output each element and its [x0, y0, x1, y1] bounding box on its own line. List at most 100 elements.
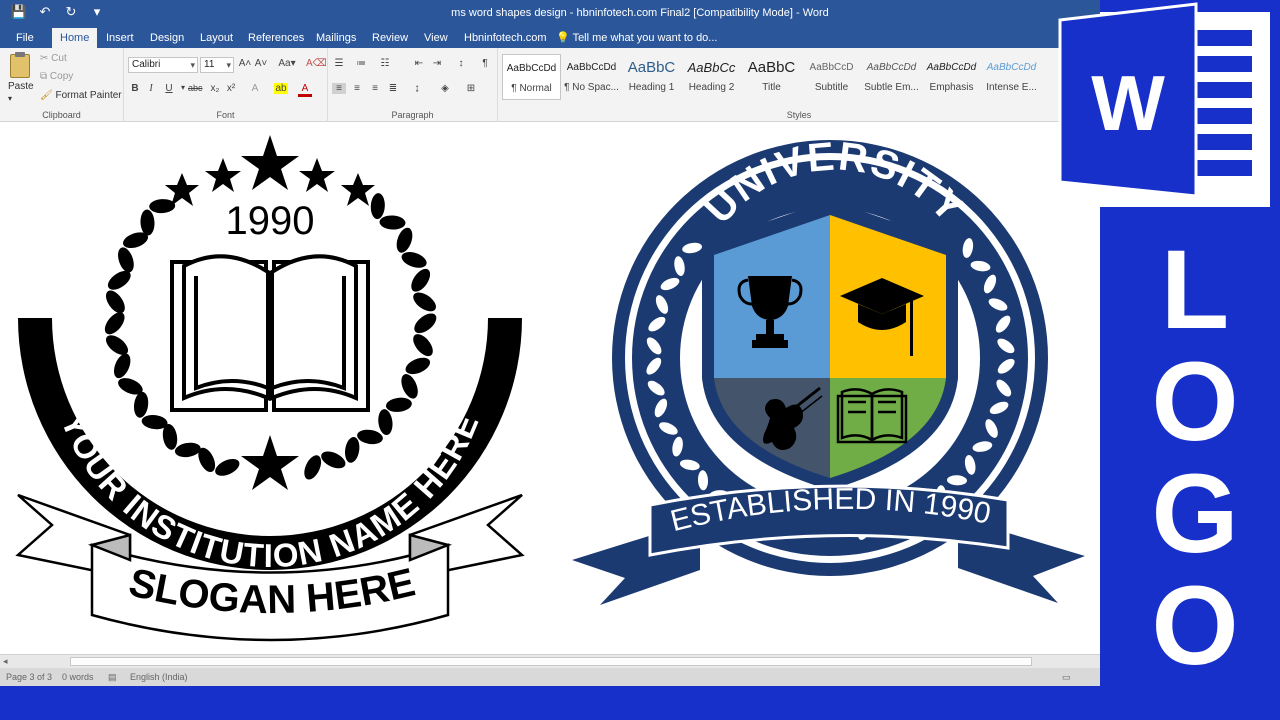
style-normal[interactable]: AaBbCcDd ¶ Normal — [502, 54, 561, 100]
laurel-leaf — [357, 429, 383, 445]
borders-icon[interactable]: ⊞ — [464, 83, 478, 94]
tab-view[interactable]: View — [416, 28, 456, 48]
copy-button[interactable]: ⧉ Copy — [40, 71, 73, 82]
laurel-leaf — [105, 290, 125, 314]
tab-mailings[interactable]: Mailings — [308, 28, 364, 48]
bullets-icon[interactable]: ☰ — [332, 58, 346, 69]
paintbrush-icon: 🖌 — [40, 90, 53, 101]
university-crest-logo[interactable]: UNIVERSITY ESTABLISHED IN 1990 — [572, 134, 1085, 605]
show-marks-icon[interactable]: ¶ — [478, 58, 492, 69]
word-app-logo: W — [1058, 2, 1270, 207]
laurel-leaf — [133, 391, 149, 418]
clear-formatting-icon[interactable]: A⌫ — [306, 58, 327, 69]
tab-home[interactable]: Home — [52, 28, 98, 48]
logo-letter: O — [1151, 339, 1238, 464]
style-heading-1[interactable]: AaBbC Heading 1 — [622, 54, 681, 100]
style-no-spacing[interactable]: AaBbCcDd ¶ No Spac... — [562, 54, 621, 100]
grow-font-icon[interactable]: A˄ — [238, 58, 252, 69]
tab-layout[interactable]: Layout — [192, 28, 241, 48]
laurel-leaf — [104, 312, 125, 335]
format-painter-button[interactable]: 🖌 Format Painter — [40, 90, 122, 101]
paste-button[interactable]: Paste — [8, 81, 34, 92]
tab-design[interactable]: Design — [142, 28, 192, 48]
proofing-icon[interactable]: ▤ — [108, 672, 117, 683]
style-intense-emphasis[interactable]: AaBbCcDd Intense E... — [982, 54, 1041, 100]
font-color-icon[interactable]: A — [298, 83, 312, 97]
subscript-icon[interactable]: x₂ — [208, 83, 222, 94]
font-group: Calibri 11 A˄ A˅ Aa▾ A⌫ B I U ▾ abc x₂ x… — [124, 48, 328, 122]
tab-review[interactable]: Review — [364, 28, 416, 48]
tab-references[interactable]: References — [240, 28, 312, 48]
logo-title-text: LOGO — [1151, 228, 1238, 688]
laurel-leaf — [378, 409, 393, 436]
page-count[interactable]: Page 3 of 3 — [6, 672, 52, 682]
laurel-leaf — [321, 451, 346, 469]
style-subtitle[interactable]: AaBbCcD Subtitle — [802, 54, 861, 100]
copy-icon: ⧉ — [40, 71, 48, 82]
logo-letter: L — [1161, 228, 1229, 352]
window-title: ms word shapes design - hbninfotech.com … — [451, 7, 829, 19]
scroll-thumb[interactable] — [70, 657, 1032, 666]
font-size-select[interactable]: 11 — [200, 57, 234, 73]
laurel-leaf — [401, 374, 418, 399]
sort-icon[interactable]: ↕ — [454, 58, 468, 69]
clipboard-label: Clipboard — [42, 110, 81, 120]
style-title[interactable]: AaBbC Title — [742, 54, 801, 100]
highlight-icon[interactable]: ab — [274, 83, 288, 94]
text-effects-icon[interactable]: A — [248, 83, 262, 94]
paste-icon[interactable] — [10, 52, 30, 78]
laurel-leaf — [411, 268, 431, 292]
align-right-icon[interactable]: ≡ — [368, 83, 382, 94]
open-book-icon — [170, 254, 370, 412]
align-left-icon[interactable]: ≡ — [332, 83, 346, 94]
scissors-icon: ✂ — [40, 53, 49, 64]
logo-vertical-text: LOGO — [1151, 228, 1238, 688]
laurel-leaf — [413, 292, 436, 312]
logo-letter: O — [1151, 563, 1238, 688]
italic-icon[interactable]: I — [144, 83, 158, 94]
cut-button[interactable]: ✂ Cut — [40, 53, 67, 64]
logo-canvas: 1990 YOUR INSTITUTION NAME HERE SLOGAN H… — [15, 134, 1085, 642]
laurel-leaf — [414, 313, 437, 334]
logo1-year: 1990 — [226, 199, 315, 243]
logo-letter: G — [1151, 451, 1238, 576]
line-spacing-icon[interactable]: ↨ — [410, 83, 424, 94]
multilevel-list-icon[interactable]: ☷ — [378, 58, 392, 69]
bold-icon[interactable]: B — [128, 83, 142, 94]
superscript-icon[interactable]: x² — [224, 83, 238, 94]
align-center-icon[interactable]: ≡ — [350, 83, 364, 94]
tell-me-box[interactable]: 💡 Tell me what you want to do... — [556, 28, 717, 48]
styles-group: AaBbCcDd ¶ Normal AaBbCcDd ¶ No Spac... … — [498, 48, 1100, 122]
laurel-leaf — [118, 247, 134, 273]
decrease-indent-icon[interactable]: ⇤ — [412, 58, 426, 69]
paragraph-group: ☰ ≔ ☷ ⇤ ⇥ ↕ ¶ ≡ ≡ ≡ ≣ ↨ ◈ ⊞ Paragraph — [328, 48, 498, 122]
laurel-leaf — [215, 459, 240, 476]
style-subtle-emphasis[interactable]: AaBbCcDd Subtle Em... — [862, 54, 921, 100]
tab-hbninfotech[interactable]: Hbninfotech.com — [456, 28, 555, 48]
font-family-select[interactable]: Calibri — [128, 57, 198, 73]
horizontal-scrollbar[interactable]: ◂ — [0, 654, 1100, 668]
title-bar: 💾 ↶ ↻ ▾ ms word shapes design - hbninfot… — [0, 0, 1100, 28]
strikethrough-icon[interactable]: abc — [188, 83, 203, 93]
scroll-left-icon[interactable]: ◂ — [3, 656, 8, 667]
justify-icon[interactable]: ≣ — [386, 83, 400, 94]
read-mode-icon[interactable]: ▭ — [1062, 672, 1071, 683]
shrink-font-icon[interactable]: A˅ — [254, 58, 268, 69]
shading-icon[interactable]: ◈ — [438, 83, 452, 94]
word-count[interactable]: 0 words — [62, 672, 94, 682]
style-heading-2[interactable]: AaBbCc Heading 2 — [682, 54, 741, 100]
style-emphasis[interactable]: AaBbCcDd Emphasis — [922, 54, 981, 100]
numbering-icon[interactable]: ≔ — [354, 58, 368, 69]
black-emblem-logo[interactable]: 1990 YOUR INSTITUTION NAME HERE SLOGAN H… — [15, 135, 525, 642]
change-case-icon[interactable]: Aa▾ — [276, 58, 298, 69]
tell-me-text: Tell me what you want to do... — [572, 32, 718, 44]
small-book-icon — [836, 388, 908, 444]
styles-label: Styles — [786, 110, 812, 120]
language-indicator[interactable]: English (India) — [130, 672, 188, 682]
paste-dropdown-icon[interactable]: ▾ — [8, 94, 12, 103]
increase-indent-icon[interactable]: ⇥ — [430, 58, 444, 69]
underline-icon[interactable]: U — [162, 83, 176, 94]
tab-file[interactable]: File — [8, 28, 42, 48]
document-page[interactable]: 1990 YOUR INSTITUTION NAME HERE SLOGAN H… — [0, 122, 1100, 654]
tab-insert[interactable]: Insert — [98, 28, 142, 48]
